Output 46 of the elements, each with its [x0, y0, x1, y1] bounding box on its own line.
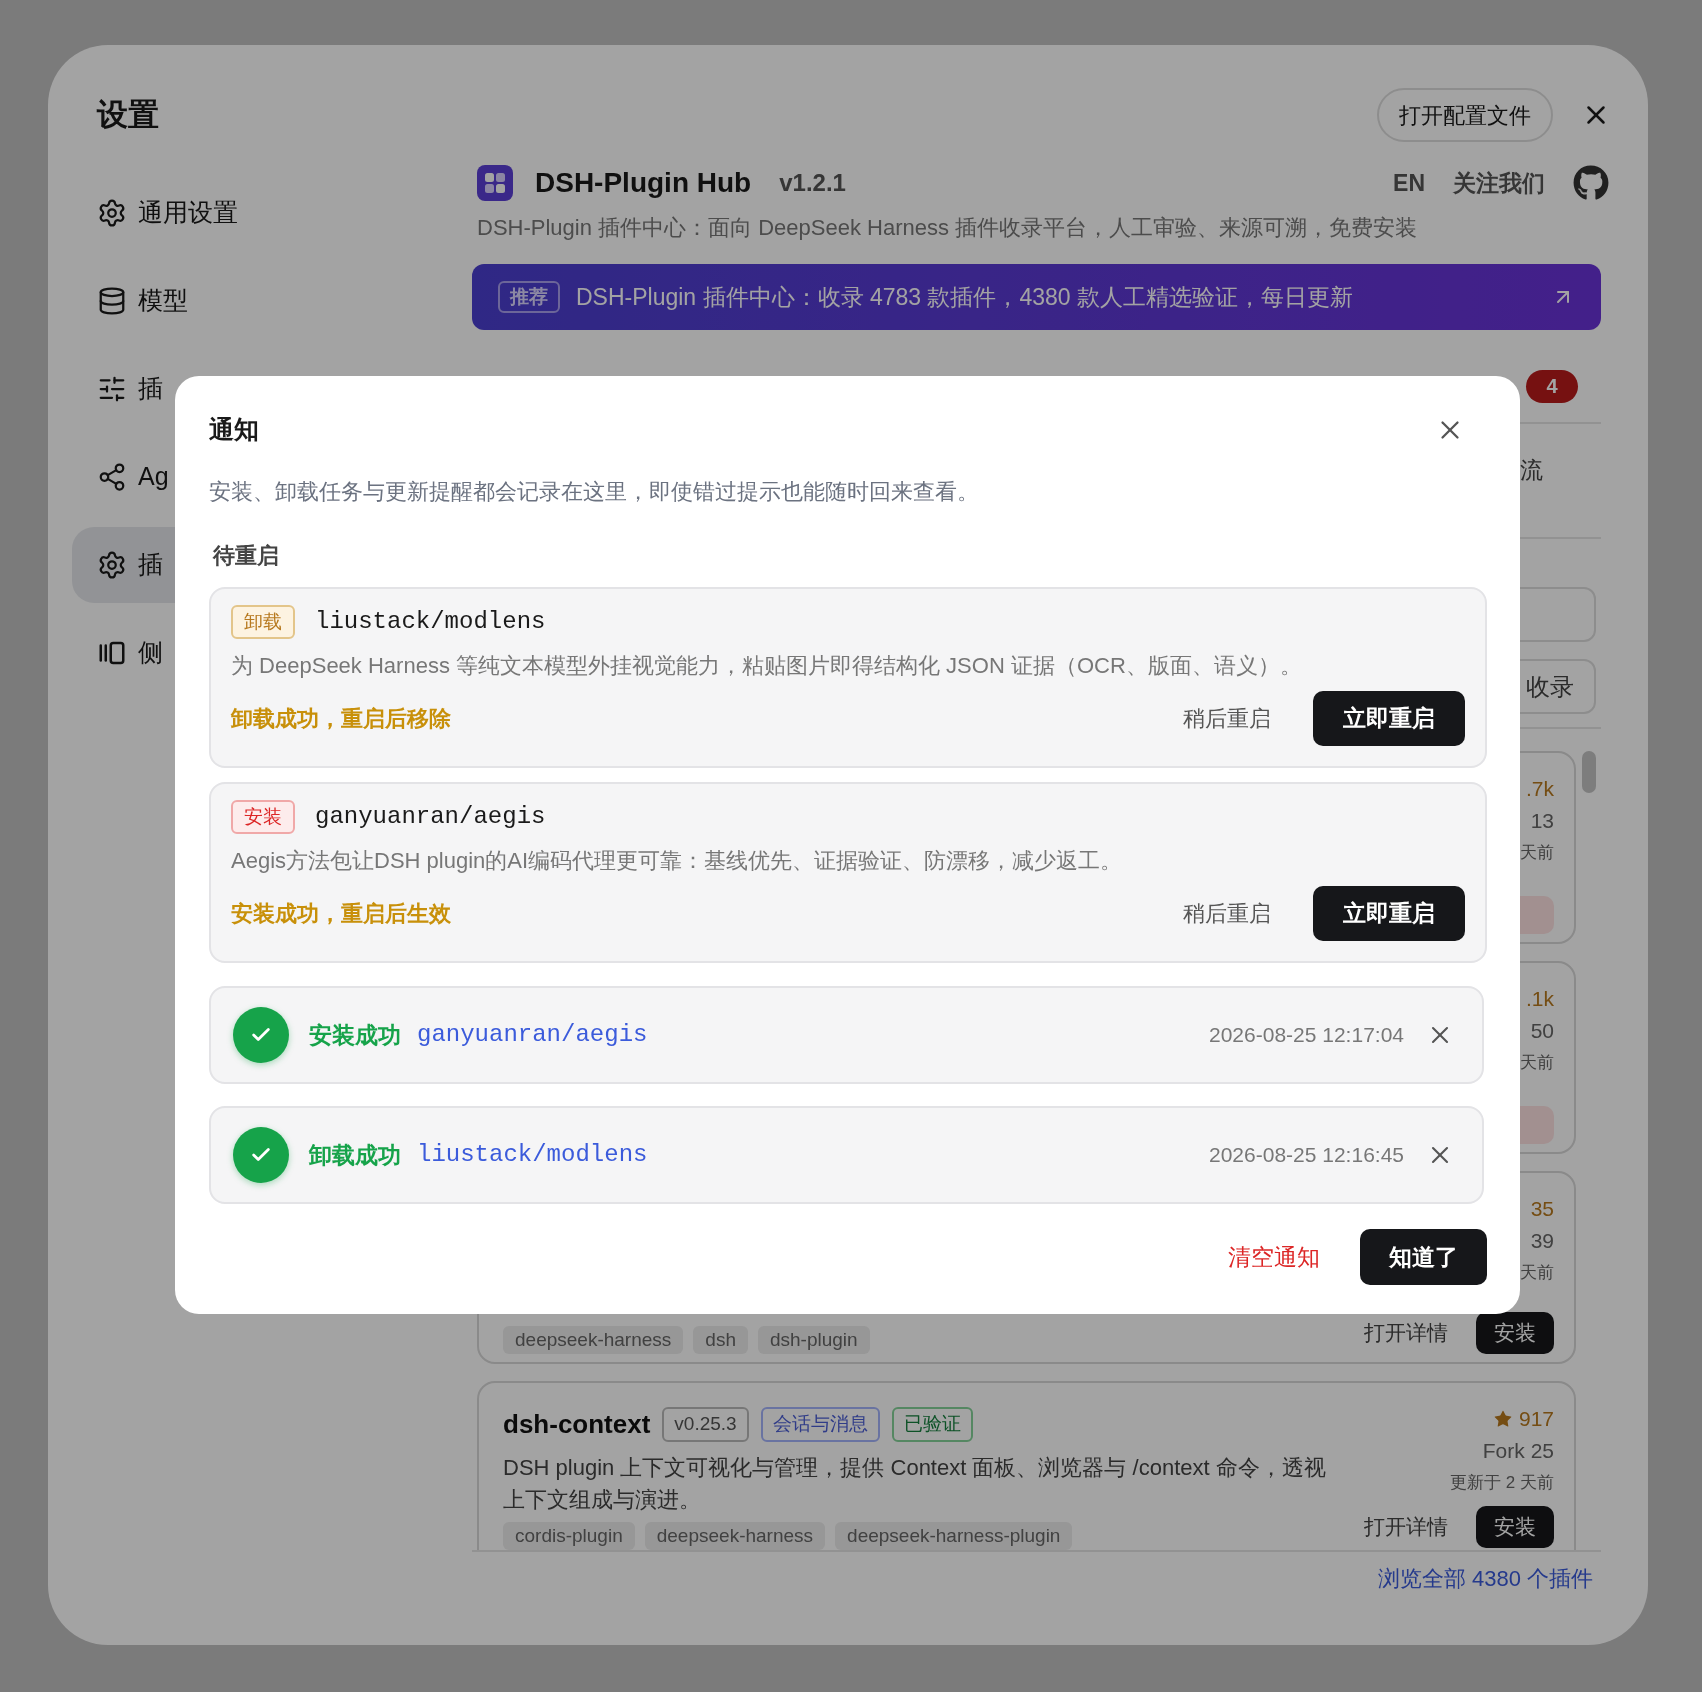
updated-time: 天前: [1520, 842, 1554, 864]
topic-tag: deepseek-harness-plugin: [835, 1522, 1073, 1550]
fork-count: 50: [1530, 1018, 1554, 1044]
plugin-description: Aegis方法包让DSH plugin的AI编码代理更可靠：基线优先、证据验证、防漂移，减少返工。: [231, 847, 1124, 875]
version-tag: v0.25.3: [662, 1407, 749, 1442]
recommend-tag: 推荐: [498, 281, 560, 313]
hub-version: v1.2.1: [779, 168, 846, 198]
updated-time: 更新于 2 天前: [1450, 1472, 1554, 1494]
star-count: .7k: [1526, 776, 1554, 802]
banner-text: DSH-Plugin 插件中心：收录 4783 款插件，4380 款人工精选验证，每日更新: [576, 282, 1355, 312]
verified-tag: 已验证: [891, 1407, 973, 1442]
dialog-description: 安装、卸载任务与更新提醒都会记录在这里，即使错过提示也能随时回来查看。: [209, 478, 980, 506]
fork-count: Fork 25: [1482, 1438, 1554, 1464]
updated-time: 天前: [1520, 1262, 1554, 1284]
topic-tag: dsh: [693, 1326, 748, 1354]
status-text: 安装成功，重启后生效: [231, 900, 451, 928]
action-tag: 安装: [231, 800, 295, 834]
timestamp: 2026-08-25 12:16:45: [1209, 1142, 1404, 1169]
hub-name: DSH-Plugin Hub: [535, 166, 752, 200]
star-count: .1k: [1526, 986, 1554, 1012]
tab-label: 流: [1520, 456, 1543, 485]
plugin-name: ganyuanran/aegis: [315, 802, 546, 832]
plugin-description: 为 DeepSeek Harness 等纯文本模型外挂视觉能力，粘贴图片即得结构化 JSON 证据（OCR、版面、语义）。: [231, 652, 1303, 680]
result-text: 卸载成功: [309, 1140, 401, 1170]
notification-badge: 4: [1526, 369, 1578, 403]
star-count: 917: [1492, 1403, 1554, 1435]
hub-subtitle: DSH-Plugin 插件中心：面向 DeepSeek Harness 插件收录平台，人工审验、来源可溯，免费安装: [476, 214, 1419, 242]
plugin-name: liustack/modlens: [315, 607, 546, 637]
result-text: 安装成功: [309, 1020, 401, 1050]
category-tag: 会话与消息: [760, 1407, 880, 1442]
fork-count: 39: [1530, 1228, 1554, 1254]
updated-time: 天前: [1520, 1052, 1554, 1074]
settings-title: 设置: [95, 95, 159, 134]
topic-tag: deepseek-harness: [644, 1522, 826, 1550]
action-tag: 卸载: [231, 605, 295, 639]
plugin-name: dsh-context: [503, 1408, 651, 1441]
topic-tag: dsh-plugin: [757, 1326, 870, 1354]
topic-tag: cordis-plugin: [503, 1522, 635, 1550]
status-text: 卸载成功，重启后移除: [231, 705, 451, 733]
star-count: 35: [1530, 1196, 1554, 1222]
fork-count: 13: [1530, 808, 1554, 834]
topic-tag: deepseek-harness: [503, 1326, 684, 1354]
plugin-description: DSH plugin 上下文可视化与管理，提供 Context 面板、浏览器与 /context 命令，透视上下文组成与演进。: [503, 1454, 1327, 1514]
dialog-title: 通知: [209, 414, 259, 446]
timestamp: 2026-08-25 12:17:04: [1209, 1022, 1404, 1049]
section-title: 待重启: [211, 542, 280, 570]
